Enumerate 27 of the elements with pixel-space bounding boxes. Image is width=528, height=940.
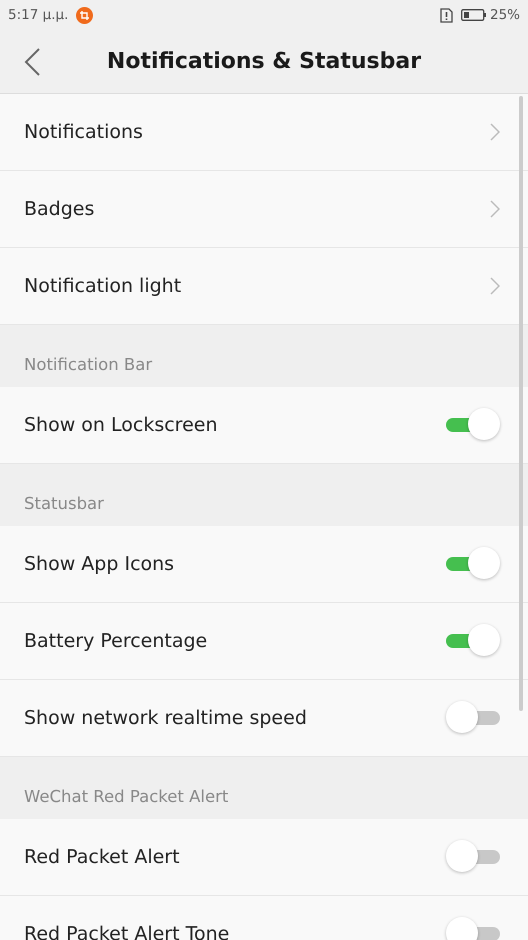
back-icon — [24, 48, 40, 76]
row-label: Notification light — [24, 275, 182, 297]
chevron-icon — [490, 277, 500, 295]
settings-row[interactable]: Notification light — [0, 248, 528, 325]
row-label: Battery Percentage — [24, 630, 208, 652]
row-label: Show on Lockscreen — [24, 414, 218, 436]
row-label: Notifications — [24, 121, 143, 143]
toggle-switch[interactable] — [446, 840, 500, 874]
settings-row[interactable]: Notifications — [0, 94, 528, 171]
chevron-icon — [490, 200, 500, 218]
battery-icon — [460, 9, 486, 21]
toggle-switch[interactable] — [446, 547, 500, 581]
screen-title: Notifications & Statusbar — [106, 49, 422, 74]
status-time: 5:17 μ.μ. — [8, 7, 68, 23]
toggle-switch[interactable] — [446, 408, 500, 442]
sim-alert-icon — [440, 8, 453, 22]
toggle-switch[interactable] — [446, 701, 500, 735]
row-label: Badges — [24, 198, 94, 220]
row-label: Show network realtime speed — [24, 707, 307, 729]
crop-app-icon — [76, 6, 94, 24]
toggle-switch[interactable] — [446, 624, 500, 658]
chevron-icon — [490, 123, 500, 141]
row-label: Red Packet Alert Tone — [24, 923, 230, 940]
row-label: Red Packet Alert — [24, 846, 180, 868]
battery-percentage: 25% — [490, 7, 520, 23]
settings-row[interactable]: Badges — [0, 171, 528, 248]
row-label: Show App Icons — [24, 553, 174, 575]
